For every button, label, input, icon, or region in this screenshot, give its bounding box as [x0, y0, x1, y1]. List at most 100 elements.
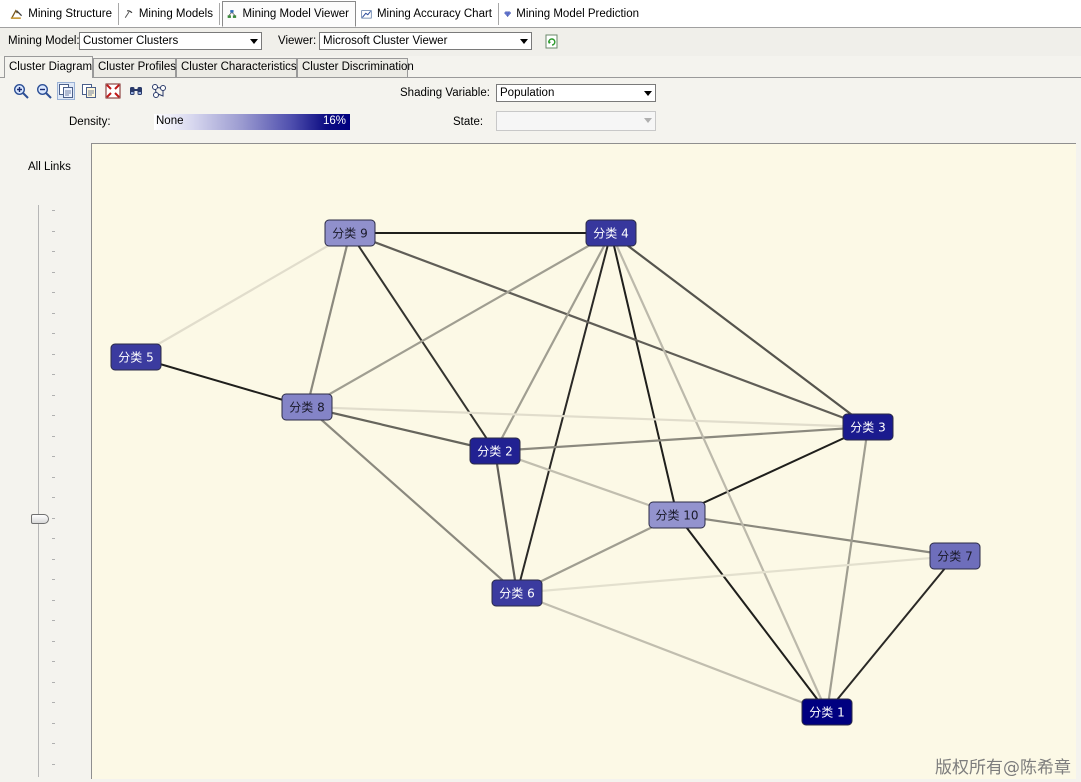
copy-entire-graph-button[interactable]	[80, 82, 98, 100]
copy-graph-view-button[interactable]	[57, 82, 75, 100]
tab-cluster-discrimination[interactable]: Cluster Discrimination	[297, 58, 414, 77]
viewer-header: Mining Model: Customer Clusters Viewer: …	[0, 28, 1081, 56]
link-strength-slider-thumb[interactable]	[31, 514, 49, 524]
mining-models-icon	[124, 10, 133, 18]
tab-cluster-diagram[interactable]: Cluster Diagram	[4, 56, 93, 78]
tab-mining-models[interactable]: Mining Models	[120, 3, 220, 25]
link-c5-c8[interactable]	[135, 356, 308, 408]
density-max-label: 16%	[322, 115, 346, 127]
link-c8-c6[interactable]	[306, 406, 518, 594]
slider-tick	[52, 702, 55, 703]
mining-structure-icon	[10, 9, 23, 19]
link-c2-c6[interactable]	[493, 450, 519, 594]
slider-tick	[52, 231, 55, 232]
slider-tick	[52, 272, 55, 273]
cluster-node-label: 分类 6	[499, 587, 534, 601]
cluster-node-label: 分类 1	[809, 706, 844, 720]
tab-mining-structure[interactable]: Mining Structure	[6, 3, 119, 25]
zoom-in-icon	[13, 83, 29, 99]
cluster-diagram-canvas[interactable]: 分类 1 分类 2 分类 3 分类 4 分类 5 分类 6 分类 7 分类 8 分类 9 分类 1…	[91, 143, 1076, 779]
find-node-icon	[130, 87, 142, 95]
slider-tick	[52, 436, 55, 437]
zoom-in-button[interactable]	[12, 82, 30, 100]
cluster-node-8[interactable]: 分类 8	[281, 393, 333, 421]
link-c9-c8[interactable]	[305, 232, 352, 408]
link-c4-c1[interactable]	[609, 232, 829, 713]
link-strength-slider-track[interactable]	[38, 205, 39, 777]
cluster-node-9[interactable]: 分类 9	[324, 219, 376, 247]
tab-label: Mining Model Viewer	[242, 8, 349, 20]
tab-label: Mining Structure	[28, 8, 112, 20]
watermark-text: 版权所有@陈希章	[935, 758, 1071, 778]
slider-tick	[52, 518, 55, 519]
tab-label: Cluster Diagram	[9, 61, 93, 73]
cluster-node-4[interactable]: 分类 4	[585, 219, 637, 247]
find-node-button[interactable]	[127, 82, 145, 100]
layout-button[interactable]	[150, 82, 168, 100]
zoom-out-icon	[36, 83, 52, 99]
slider-tick	[52, 682, 55, 683]
link-c4-c6[interactable]	[516, 232, 612, 594]
tab-mining-accuracy-chart[interactable]: Mining Accuracy Chart	[357, 3, 499, 25]
mining-model-value: Customer Clusters	[83, 35, 179, 47]
tab-label: Cluster Discrimination	[302, 61, 414, 73]
refresh-icon[interactable]	[545, 34, 559, 49]
slider-tick	[52, 743, 55, 744]
tab-label: Mining Models	[138, 8, 213, 20]
cluster-node-1[interactable]: 分类 1	[801, 698, 853, 726]
accuracy-chart-icon	[361, 10, 372, 19]
chevron-down-icon	[250, 39, 258, 44]
cluster-node-3[interactable]: 分类 3	[842, 413, 894, 441]
cluster-node-10[interactable]: 分类 10	[648, 501, 706, 529]
density-min-label: None	[156, 115, 184, 127]
link-c8-c3[interactable]	[306, 405, 869, 429]
slider-tick	[52, 641, 55, 642]
fit-to-window-button[interactable]	[104, 82, 122, 100]
link-c9-c3[interactable]	[349, 231, 869, 429]
tab-label: Mining Accuracy Chart	[376, 8, 492, 20]
slider-tick	[52, 415, 55, 416]
chevron-down-icon	[520, 39, 528, 44]
layout-icon	[152, 84, 166, 98]
viewer-select[interactable]: Microsoft Cluster Viewer	[319, 32, 532, 50]
slider-tick	[52, 456, 55, 457]
link-c2-c3[interactable]	[494, 425, 869, 453]
state-select[interactable]	[496, 111, 656, 131]
designer-tab-strip: Mining Structure Mining Models Mining Mo…	[0, 0, 1081, 28]
shading-variable-select[interactable]: Population	[496, 84, 656, 102]
cluster-node-2[interactable]: 分类 2	[469, 437, 521, 465]
shading-variable-label: Shading Variable:	[400, 87, 490, 99]
cluster-node-label: 分类 3	[850, 421, 885, 435]
slider-tick	[52, 210, 55, 211]
cluster-node-5[interactable]: 分类 5	[110, 343, 162, 371]
shading-variable-value: Population	[500, 87, 555, 99]
cluster-node-label: 分类 8	[289, 401, 324, 415]
mining-model-select[interactable]: Customer Clusters	[79, 32, 262, 50]
cluster-node-7[interactable]: 分类 7	[929, 542, 981, 570]
slider-tick	[52, 374, 55, 375]
slider-tick	[52, 620, 55, 621]
copy-entire-graph-icon	[82, 84, 96, 98]
chevron-down-icon	[644, 91, 652, 96]
tab-label: Mining Model Prediction	[516, 8, 639, 20]
cluster-links	[135, 231, 956, 714]
chevron-down-icon	[644, 118, 652, 123]
cluster-node-label: 分类 4	[593, 227, 628, 241]
link-c10-c7[interactable]	[676, 513, 956, 558]
link-c10-c3[interactable]	[676, 426, 869, 516]
tab-mining-model-viewer[interactable]: Mining Model Viewer	[222, 1, 356, 27]
zoom-out-button[interactable]	[35, 82, 53, 100]
slider-tick	[52, 723, 55, 724]
slider-tick	[52, 333, 55, 334]
tab-cluster-profiles[interactable]: Cluster Profiles	[93, 58, 176, 77]
tab-mining-model-prediction[interactable]: Mining Model Prediction	[500, 3, 645, 25]
prediction-icon	[504, 11, 512, 18]
cluster-node-6[interactable]: 分类 6	[491, 579, 543, 607]
slider-tick	[52, 395, 55, 396]
link-c9-c5[interactable]	[135, 232, 351, 358]
slider-tick	[52, 354, 55, 355]
tab-cluster-characteristics[interactable]: Cluster Characteristics	[176, 58, 297, 77]
density-label: Density:	[69, 116, 111, 128]
slider-tick	[52, 313, 55, 314]
slider-tick	[52, 497, 55, 498]
